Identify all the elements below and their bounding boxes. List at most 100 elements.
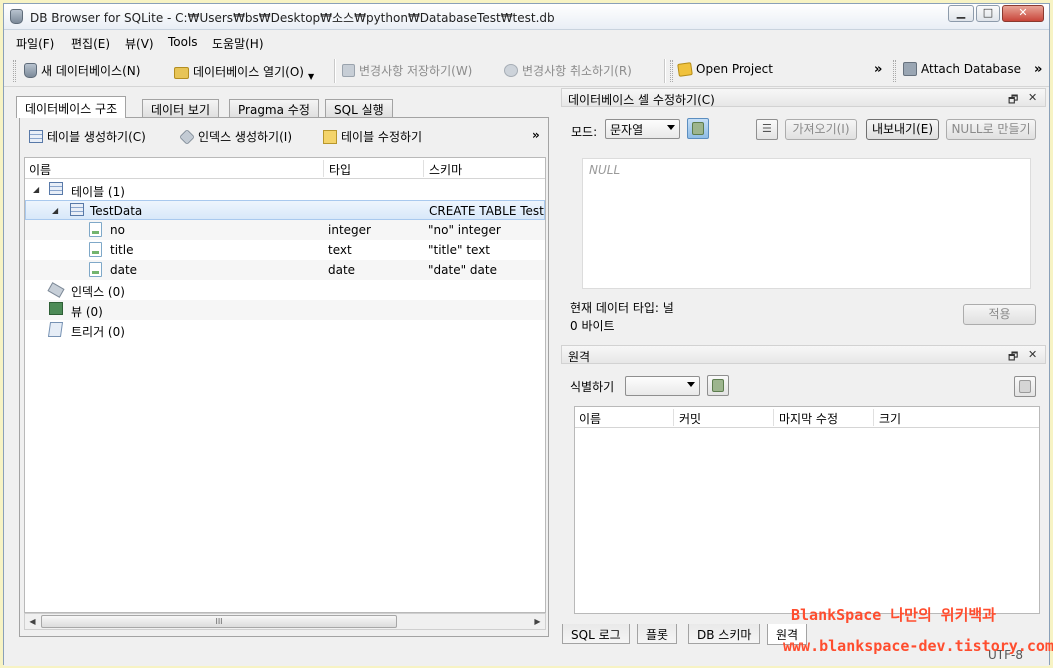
column-header-type[interactable]: 타입 [329,161,351,178]
tree-row-name: 인덱스 (0) [71,285,125,299]
remote-files-table[interactable]: 이름 커밋 마지막 수정 크기 [574,406,1040,614]
tab-browse-data[interactable]: 데이터 보기 [142,99,220,118]
create-table-button[interactable]: 테이블 생성하기(C) [29,128,146,145]
tree-row-column-date[interactable]: date date "date" date [25,260,545,280]
create-index-button[interactable]: 인덱스 생성하기(I) [179,128,292,145]
menu-file[interactable]: 파일(F) [16,35,54,52]
tree-row-name: TestData [90,204,143,218]
toolbar-overflow-chevron-2[interactable]: » [1034,62,1042,77]
scrollbar-thumb[interactable]: III [41,615,397,628]
write-changes-button[interactable]: 변경사항 저장하기(W) [342,62,472,79]
tree-row-testdata[interactable]: ◢ TestData CREATE TABLE TestDat [25,200,545,220]
menu-edit[interactable]: 편집(E) [71,35,110,52]
close-button[interactable]: ✕ [1002,5,1044,22]
table-icon [70,203,84,216]
tree-row-tables[interactable]: ◢ 테이블 (1) [25,180,545,200]
apply-button[interactable]: 적용 [963,304,1036,325]
column-divider[interactable] [423,160,424,177]
scroll-right-arrow-icon[interactable]: ▶ [530,615,545,628]
float-dock-icon[interactable]: 🗗 [1008,91,1018,110]
tree-row-name: no [110,223,125,237]
tab-db-schema[interactable]: DB 스키마 [688,624,761,644]
toolbar-grip[interactable] [13,60,16,82]
column-header-commit[interactable]: 커밋 [679,410,701,427]
column-header-schema[interactable]: 스키마 [429,161,462,178]
identity-select[interactable] [625,376,700,396]
horizontal-scrollbar[interactable]: ◀ III ▶ [24,613,546,630]
revert-changes-label: 변경사항 취소하기(R) [522,64,632,78]
toolbar-overflow-chevron[interactable]: » [874,62,882,77]
toolbar-grip[interactable] [893,60,896,82]
tab-execute-sql[interactable]: SQL 실행 [325,99,393,118]
dropdown-arrow-icon[interactable]: ▼ [308,72,314,81]
field-icon [89,222,102,237]
create-index-icon [179,128,195,145]
column-header-last-modified[interactable]: 마지막 수정 [779,410,838,427]
text-lines-icon: ☰ [762,122,772,135]
tab-database-structure[interactable]: 데이터베이스 구조 [16,96,127,118]
edit-cell-title: 데이터베이스 셀 수정하기(C) [568,93,715,107]
toolbar-grip[interactable] [670,60,673,82]
tree-header: 이름 타입 스키마 [25,158,545,179]
sqlite-database-icon [10,9,23,24]
tree-row-triggers[interactable]: 트리거 (0) [25,320,545,340]
revert-changes-button[interactable]: 변경사항 취소하기(R) [504,62,632,79]
export-button[interactable]: 내보내기(E) [866,119,939,140]
tree-row-name: date [110,263,138,277]
tree-row-name: title [110,243,134,257]
collapse-arrow-icon[interactable]: ◢ [33,185,39,194]
write-changes-label: 변경사항 저장하기(W) [359,64,473,78]
tab-edit-pragmas[interactable]: Pragma 수정 [229,99,319,118]
column-header-name[interactable]: 이름 [29,161,51,178]
tree-row-column-no[interactable]: no integer "no" integer [25,220,545,240]
close-dock-icon[interactable]: ✕ [1028,91,1037,104]
auto-switch-mode-button[interactable] [687,118,709,139]
column-divider[interactable] [773,409,774,426]
import-button[interactable]: 가져오기(I) [785,119,857,140]
menu-tools[interactable]: Tools [168,35,198,49]
new-database-button[interactable]: 새 데이터베이스(N) [24,62,140,79]
open-project-button[interactable]: Open Project [677,61,773,77]
maximize-button[interactable]: □ [976,5,1000,22]
set-null-button[interactable]: NULL로 만들기 [946,119,1036,140]
column-divider[interactable] [873,409,874,426]
window-title: DB Browser for SQLite - C:₩Users₩bs₩Desk… [30,11,555,25]
column-divider[interactable] [323,160,324,177]
column-divider[interactable] [673,409,674,426]
tab-plot[interactable]: 플롯 [637,624,678,644]
schema-tree[interactable]: 이름 타입 스키마 ◢ 테이블 (1) ◢ TestData CREATE TA… [24,157,546,613]
menu-help[interactable]: 도움말(H) [212,35,264,52]
tree-row-indices[interactable]: 인덱스 (0) [25,280,545,300]
identity-label: 식별하기 [570,380,615,394]
menu-view[interactable]: 뷰(V) [125,35,154,52]
minimize-button[interactable]: ▁ [948,5,974,22]
scroll-left-arrow-icon[interactable]: ◀ [25,615,40,628]
modify-table-label: 테이블 수정하기 [341,130,423,144]
identity-settings-button[interactable] [707,375,729,396]
float-dock-icon[interactable]: 🗗 [1008,348,1018,367]
open-database-button[interactable]: 데이터베이스 열기(O) ▼ [174,62,314,81]
modify-table-button[interactable]: 테이블 수정하기 [323,128,422,145]
tree-row-views[interactable]: 뷰 (0) [25,300,545,320]
column-header-size[interactable]: 크기 [879,410,901,427]
tab-sql-log[interactable]: SQL 로그 [562,624,630,644]
word-wrap-button[interactable]: ☰ [756,119,778,140]
remote-push-button[interactable] [1014,376,1036,397]
database-structure-panel: 테이블 생성하기(C) 인덱스 생성하기(I) 테이블 수정하기 » 이름 타입… [19,117,549,637]
tree-row-schema: "date" date [428,263,497,277]
collapse-arrow-icon[interactable]: ◢ [52,206,58,215]
create-table-label: 테이블 생성하기(C) [47,130,146,144]
cell-editor[interactable]: NULL [582,158,1031,289]
structure-toolbar-overflow[interactable]: » [532,128,540,142]
null-placeholder: NULL [589,163,621,177]
tree-row-column-title[interactable]: title text "title" text [25,240,545,260]
column-header-name[interactable]: 이름 [579,410,601,427]
new-database-label: 새 데이터베이스(N) [41,64,141,78]
index-tag-icon [47,282,65,298]
dropdown-arrow-icon [667,125,675,130]
mode-select[interactable]: 문자열 [605,119,680,139]
structure-toolbar: 테이블 생성하기(C) 인덱스 생성하기(I) 테이블 수정하기 » [20,118,548,156]
close-dock-icon[interactable]: ✕ [1028,348,1037,361]
attach-database-button[interactable]: Attach Database [903,62,1021,76]
push-icon [1019,380,1031,393]
